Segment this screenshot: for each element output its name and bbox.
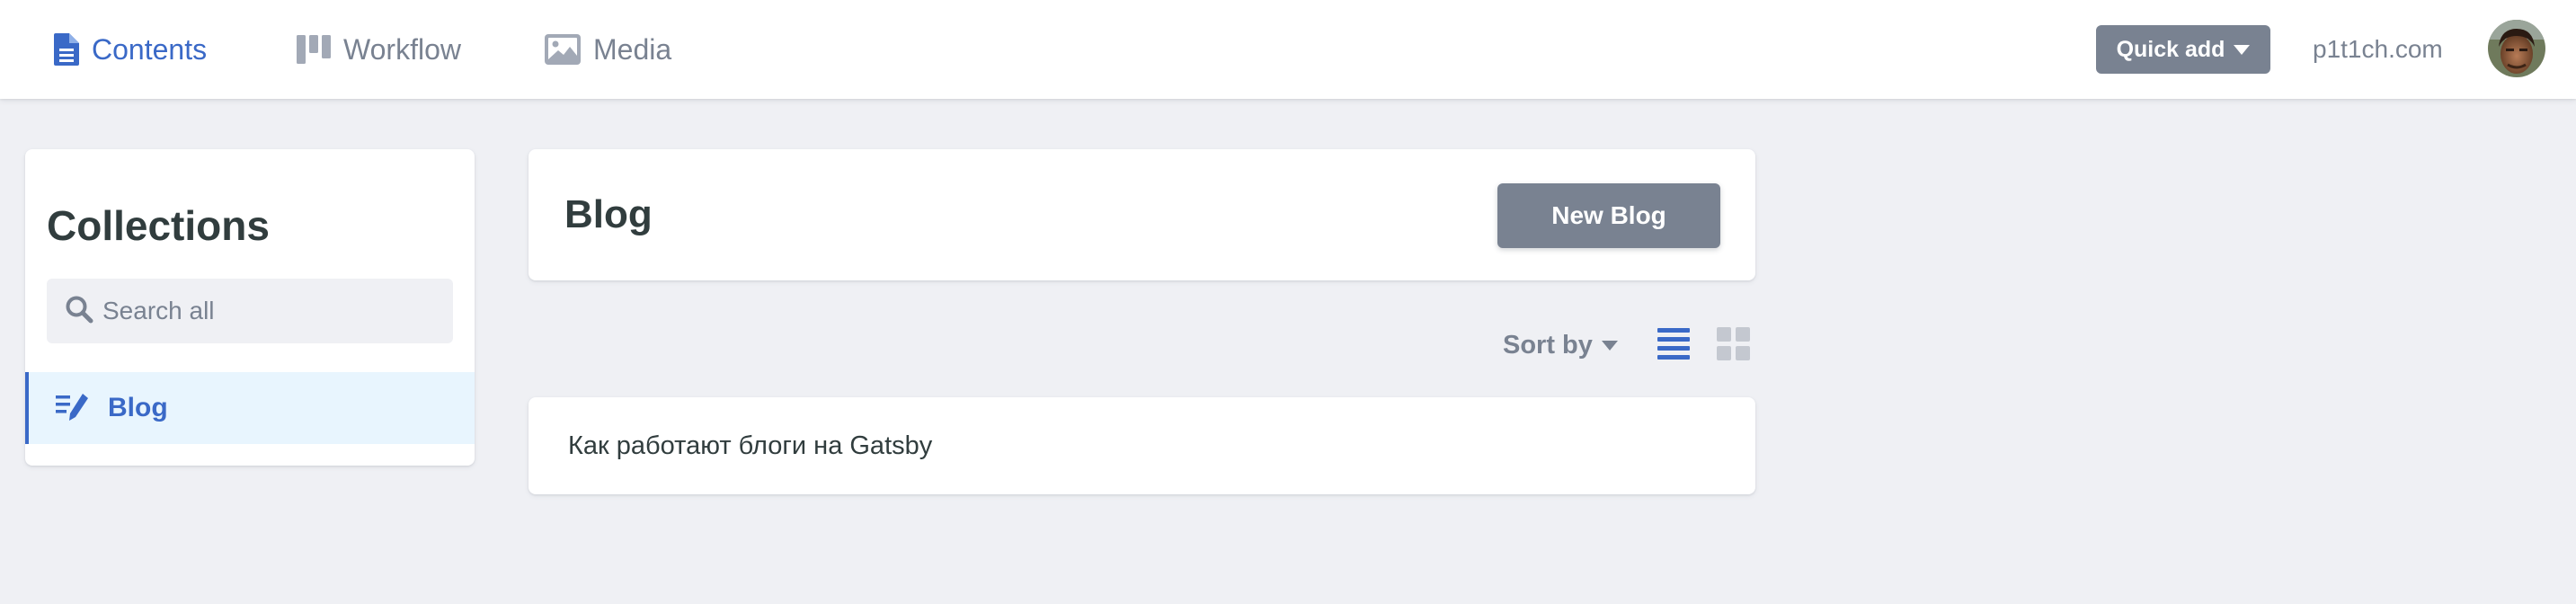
list-item[interactable]: Как работают блоги на Gatsby	[529, 397, 1755, 494]
quick-add-button[interactable]: Quick add	[2096, 25, 2270, 74]
page-title: Blog	[564, 192, 653, 236]
nav-media[interactable]: Media	[545, 0, 671, 99]
sidebar-item-label: Blog	[108, 393, 168, 422]
collections-sidebar: Collections Blog	[25, 149, 475, 466]
site-link[interactable]: p1t1ch.com	[2313, 0, 2443, 99]
sidebar-item-blog[interactable]: Blog	[25, 372, 475, 444]
sort-by-dropdown[interactable]: Sort by	[1503, 327, 1618, 363]
user-avatar[interactable]	[2488, 20, 2545, 77]
entry-title: Как работают блоги на Gatsby	[568, 431, 933, 460]
sort-by-label: Sort by	[1503, 330, 1593, 360]
image-icon	[545, 34, 581, 65]
nav-contents-label: Contents	[92, 32, 208, 66]
quick-add-label: Quick add	[2116, 36, 2225, 62]
nav-workflow-label: Workflow	[343, 32, 461, 66]
new-entry-button[interactable]: New Blog	[1497, 183, 1720, 248]
nav-contents[interactable]: Contents	[54, 0, 207, 99]
caret-down-icon	[1601, 340, 1618, 351]
list-view-icon[interactable]	[1657, 327, 1690, 361]
caret-down-icon	[2234, 44, 2251, 55]
kanban-icon	[297, 35, 331, 64]
grid-view-icon[interactable]	[1717, 327, 1751, 361]
top-navbar: Contents Workflow Media Quick add p1t1ch…	[0, 0, 2576, 99]
sidebar-title: Collections	[47, 202, 270, 249]
pencil-lines-icon	[56, 394, 88, 422]
nav-media-label: Media	[593, 32, 672, 66]
search-input[interactable]	[102, 297, 444, 325]
document-icon	[54, 33, 79, 66]
collection-header: Blog New Blog	[529, 149, 1755, 280]
search-icon	[65, 295, 93, 328]
nav-workflow[interactable]: Workflow	[297, 0, 461, 99]
search-box[interactable]	[47, 279, 453, 343]
